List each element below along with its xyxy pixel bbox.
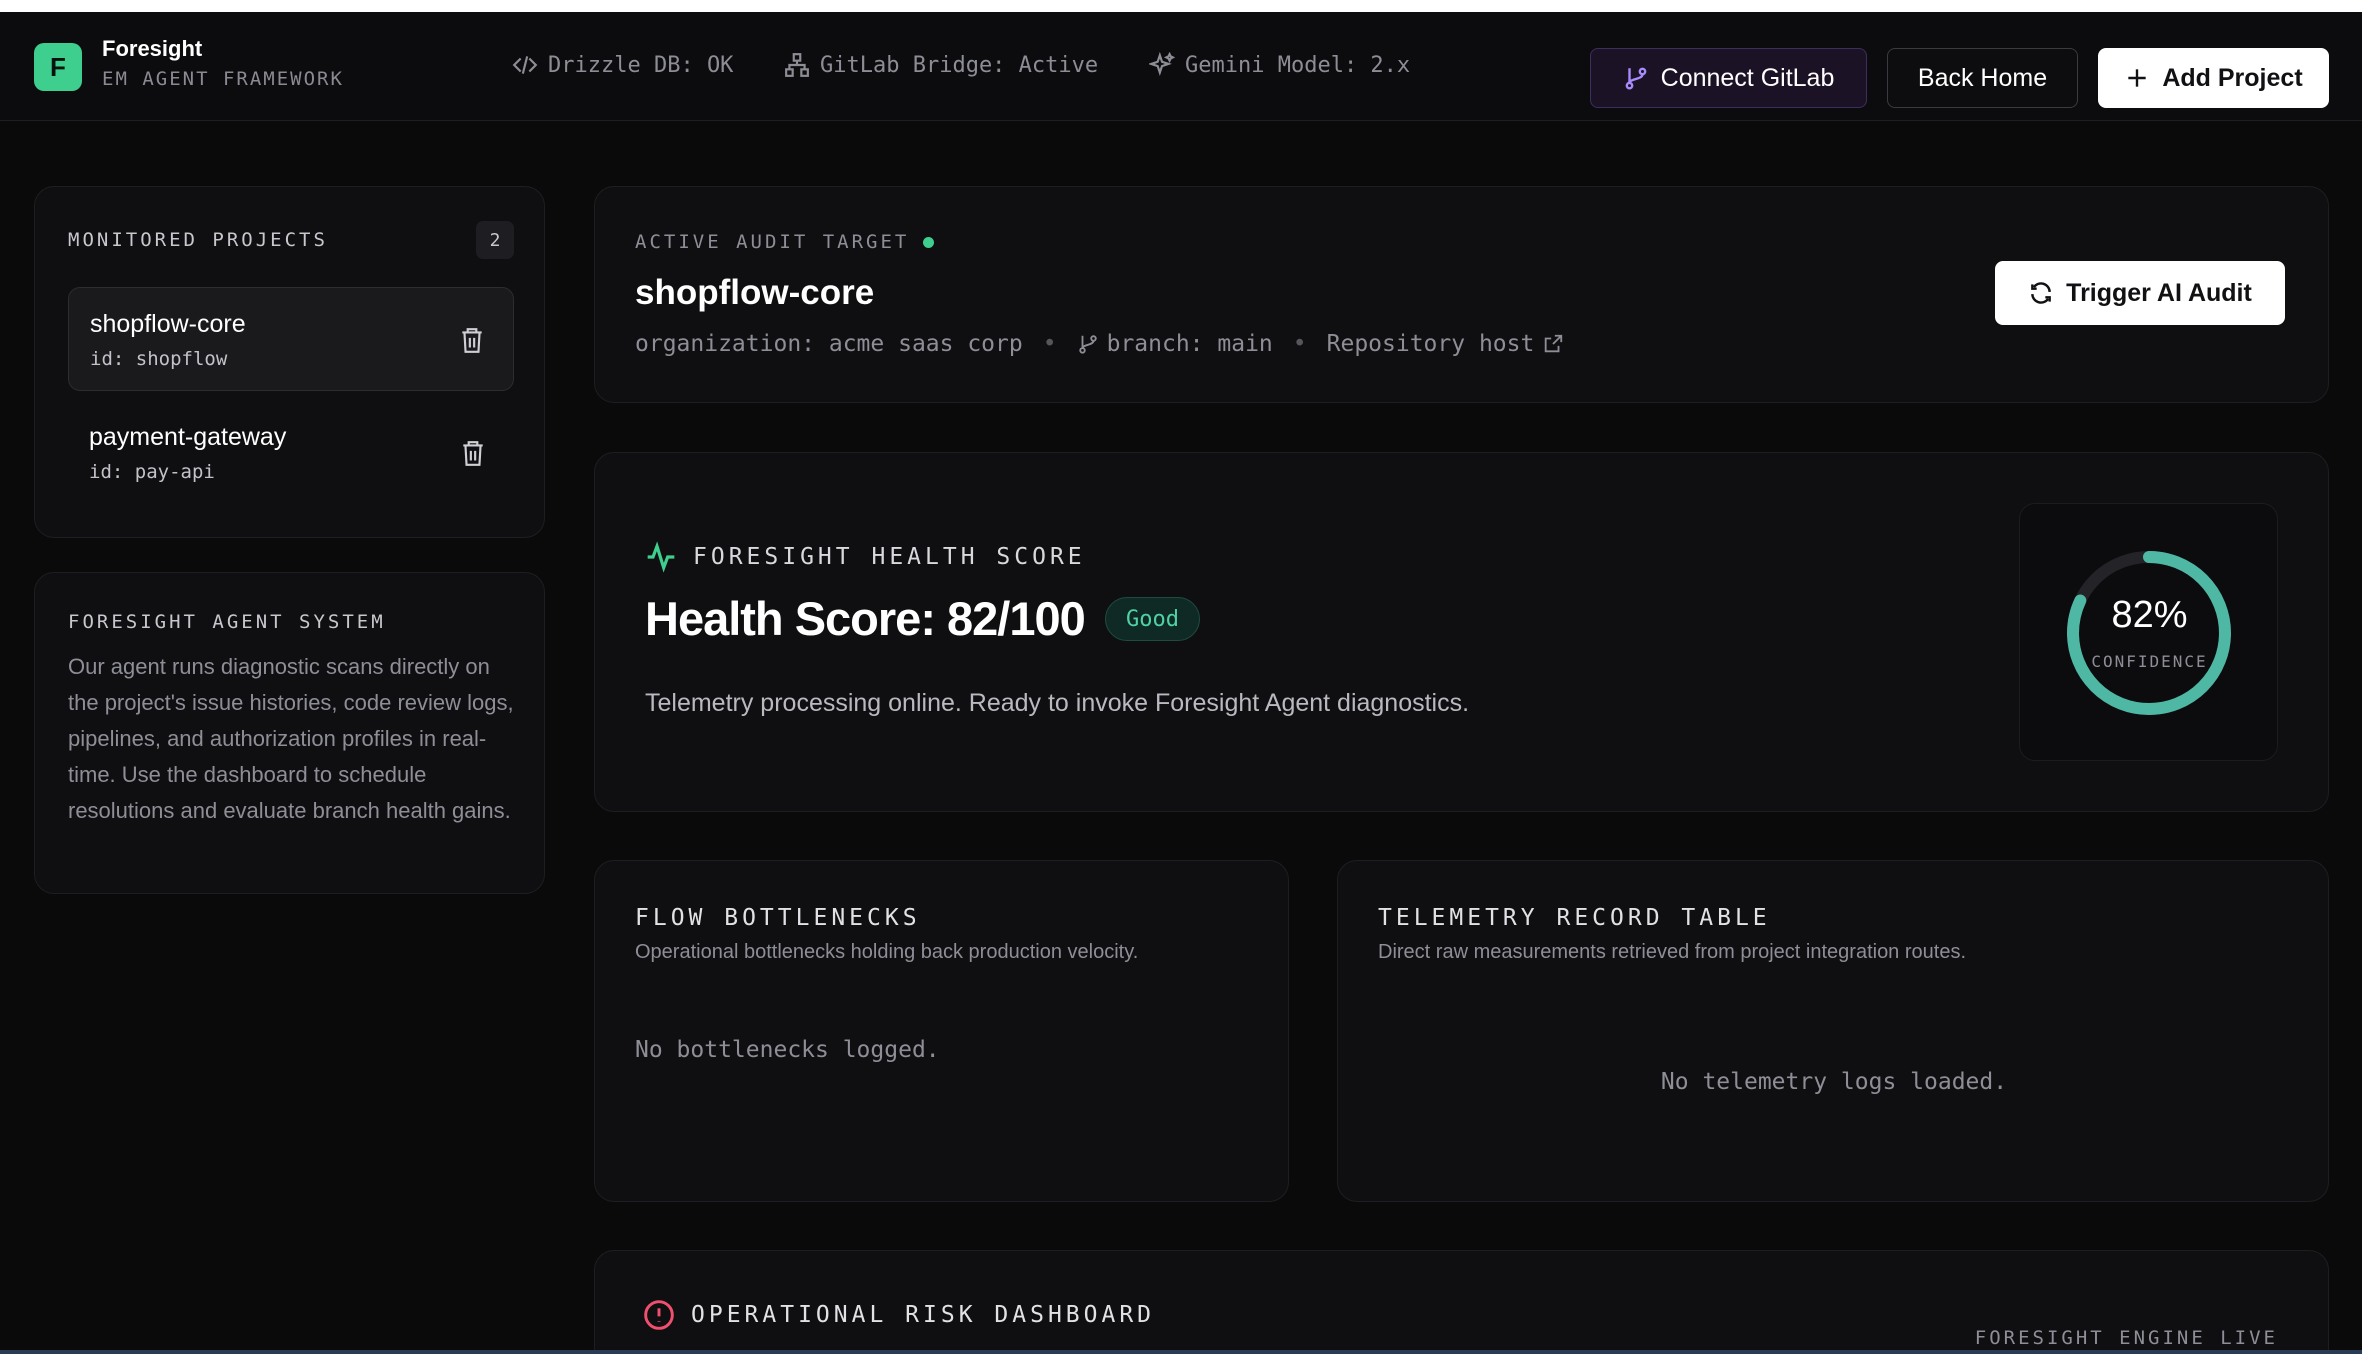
operational-risk-title-text: OPERATIONAL RISK DASHBOARD [691, 1302, 1156, 1328]
browser-top-strip [0, 0, 2362, 12]
branch-info: branch: main [1077, 331, 1273, 357]
confidence-gauge: 82% CONFIDENCE [2019, 503, 2278, 761]
activity-icon [647, 541, 675, 573]
health-score-panel: FORESIGHT HEALTH SCORE Health Score: 82/… [594, 452, 2329, 812]
repository-host-link[interactable]: Repository host [1327, 331, 1565, 357]
health-score-value: Health Score: 82/100 [645, 592, 1086, 645]
git-branch-icon [1625, 67, 1647, 90]
agent-system-title: FORESIGHT AGENT SYSTEM [68, 611, 386, 633]
project-name: payment-gateway [89, 423, 287, 451]
brand-subtitle: EM AGENT FRAMEWORK [102, 68, 344, 90]
trigger-ai-audit-button[interactable]: Trigger AI Audit [1995, 261, 2285, 325]
sparkles-icon [1149, 52, 1175, 77]
health-description: Telemetry processing online. Ready to in… [645, 689, 1470, 717]
brand-title: Foresight [102, 36, 203, 61]
telemetry-record-panel: TELEMETRY RECORD TABLE Direct raw measur… [1337, 860, 2329, 1202]
connect-gitlab-button[interactable]: Connect GitLab [1590, 48, 1867, 108]
alert-circle-icon [644, 1300, 674, 1330]
db-status-text: Drizzle DB: OK [548, 52, 734, 78]
telemetry-title: TELEMETRY RECORD TABLE [1378, 905, 1771, 931]
meta-separator: • [1292, 331, 1307, 357]
top-header: F Foresight EM AGENT FRAMEWORK Drizzle D… [0, 12, 2362, 121]
operational-risk-panel: OPERATIONAL RISK DASHBOARD FORESIGHT ENG… [594, 1250, 2329, 1354]
repository-host-text: Repository host [1326, 331, 1535, 357]
meta-separator: • [1042, 331, 1057, 357]
health-status-badge: Good [1105, 597, 1200, 641]
gemini-status-text: Gemini Model: 2.x [1185, 52, 1411, 78]
add-project-label: Add Project [2162, 63, 2303, 92]
audit-project-title: shopflow-core [635, 273, 875, 312]
audit-meta-row: organization: acme saas corp • branch: m… [635, 331, 1564, 357]
gitlab-status: GitLab Bridge: Active [784, 52, 1098, 78]
flow-bottlenecks-subtitle: Operational bottlenecks holding back pro… [635, 941, 1139, 963]
branch-text: branch: main [1106, 331, 1273, 357]
back-home-label: Back Home [1917, 63, 2048, 92]
refresh-icon [2031, 282, 2052, 304]
db-status: Drizzle DB: OK [512, 52, 733, 78]
active-audit-panel: ACTIVE AUDIT TARGET shopflow-core organi… [594, 186, 2329, 403]
projects-count-badge: 2 [476, 221, 514, 259]
telemetry-subtitle: Direct raw measurements retrieved from p… [1378, 941, 1967, 963]
external-link-icon [1545, 334, 1563, 353]
monitored-projects-panel: MONITORED PROJECTS 2 shopflow-core id: s… [34, 186, 545, 538]
agent-system-description: Our agent runs diagnostic scans directly… [68, 654, 514, 823]
gemini-status: Gemini Model: 2.x [1149, 52, 1410, 78]
bottlenecks-empty-state: No bottlenecks logged. [635, 1037, 940, 1063]
back-home-button[interactable]: Back Home [1887, 48, 2078, 108]
health-score-label: FORESIGHT HEALTH SCORE [645, 541, 1086, 573]
connect-gitlab-label: Connect GitLab [1660, 63, 1835, 92]
confidence-label: CONFIDENCE [2091, 652, 2208, 671]
project-id: id: pay-api [89, 461, 215, 483]
app-logo[interactable]: F [34, 43, 82, 91]
organization-text: organization: acme saas corp [635, 331, 1023, 357]
project-item-payment-gateway[interactable]: payment-gateway id: pay-api [68, 401, 514, 505]
add-project-button[interactable]: Add Project [2098, 48, 2329, 108]
window-bottom-edge [0, 1350, 2362, 1354]
project-id: id: shopflow [90, 348, 228, 370]
flow-bottlenecks-title: FLOW BOTTLENECKS [635, 905, 921, 931]
gitlab-status-text: GitLab Bridge: Active [820, 52, 1099, 78]
git-branch-icon [1078, 335, 1097, 354]
trash-icon [462, 328, 482, 353]
telemetry-empty-state: No telemetry logs loaded. [1660, 1069, 2008, 1095]
plus-icon [2128, 69, 2147, 87]
flow-bottlenecks-panel: FLOW BOTTLENECKS Operational bottlenecks… [594, 860, 1289, 1202]
health-score-label-text: FORESIGHT HEALTH SCORE [693, 544, 1086, 570]
trash-icon [463, 441, 483, 466]
delete-project-button[interactable] [460, 439, 486, 467]
live-status-dot [923, 236, 935, 248]
active-audit-label: ACTIVE AUDIT TARGET [635, 231, 935, 253]
agent-system-panel: FORESIGHT AGENT SYSTEM Our agent runs di… [34, 572, 545, 894]
monitored-projects-title: MONITORED PROJECTS [68, 229, 328, 251]
project-name: shopflow-core [90, 310, 246, 338]
delete-project-button[interactable] [459, 326, 485, 354]
operational-risk-title: OPERATIONAL RISK DASHBOARD [643, 1299, 1155, 1331]
engine-live-status: FORESIGHT ENGINE LIVE [1974, 1327, 2278, 1349]
confidence-percent: 82% [2111, 594, 2188, 636]
active-audit-label-text: ACTIVE AUDIT TARGET [635, 231, 910, 253]
trigger-ai-audit-label: Trigger AI Audit [2066, 278, 2252, 307]
code-icon [512, 56, 538, 74]
project-item-shopflow-core[interactable]: shopflow-core id: shopflow [68, 287, 514, 391]
network-icon [785, 53, 809, 77]
